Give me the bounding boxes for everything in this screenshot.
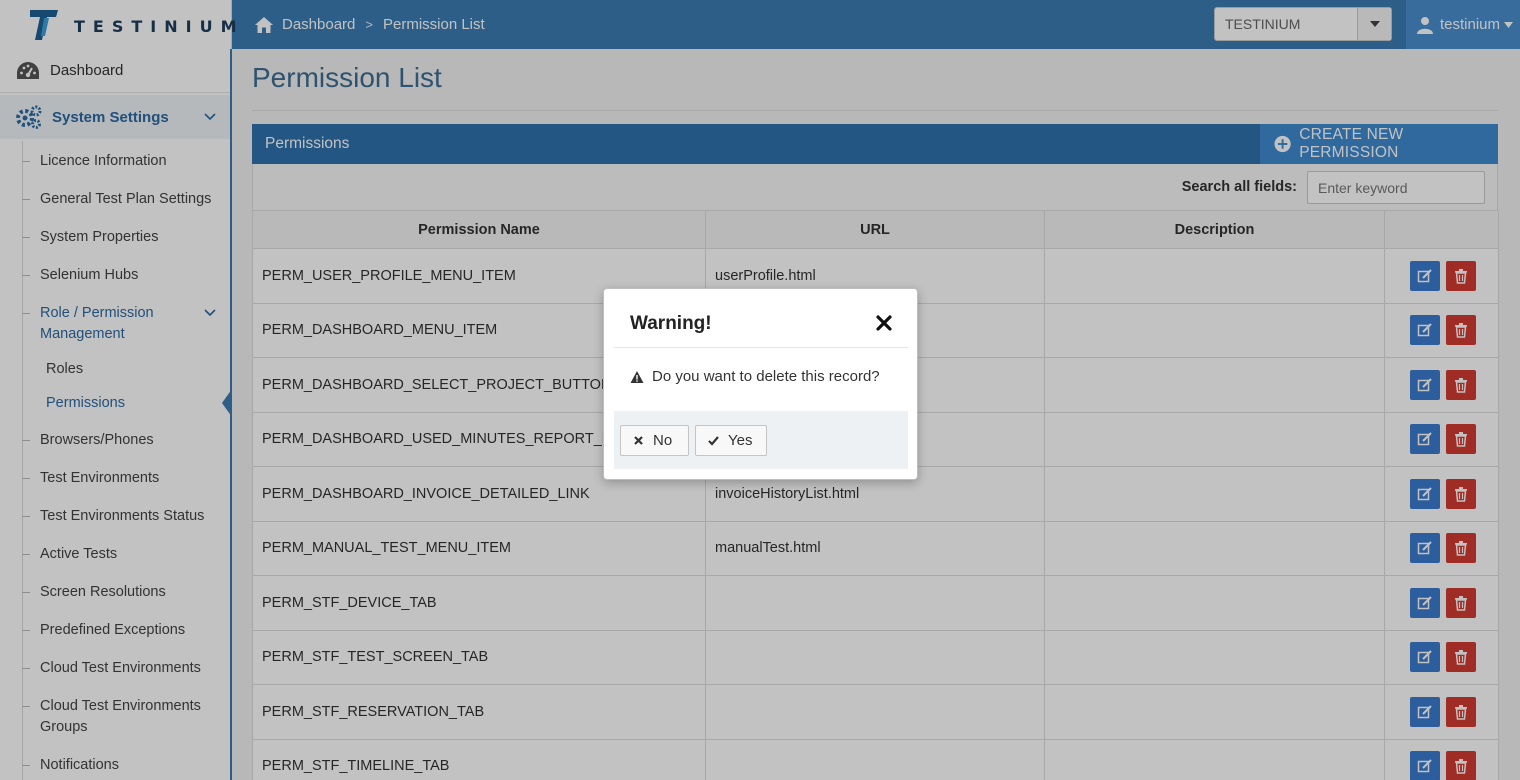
- delete-confirm-dialog: Warning! Do you want to delete this reco…: [603, 288, 918, 480]
- close-icon: [634, 436, 643, 445]
- dialog-message: Do you want to delete this record?: [630, 368, 880, 385]
- dialog-title: Warning!: [630, 313, 712, 334]
- check-icon: [708, 436, 719, 446]
- yes-button-label: Yes: [728, 432, 753, 449]
- warning-triangle-icon: [630, 370, 644, 383]
- divider: [614, 347, 908, 348]
- no-button[interactable]: No: [620, 425, 689, 456]
- dialog-message-text: Do you want to delete this record?: [652, 368, 880, 385]
- dialog-footer: No Yes: [614, 411, 908, 469]
- yes-button[interactable]: Yes: [695, 425, 767, 456]
- no-button-label: No: [653, 432, 673, 449]
- close-icon[interactable]: [876, 315, 892, 331]
